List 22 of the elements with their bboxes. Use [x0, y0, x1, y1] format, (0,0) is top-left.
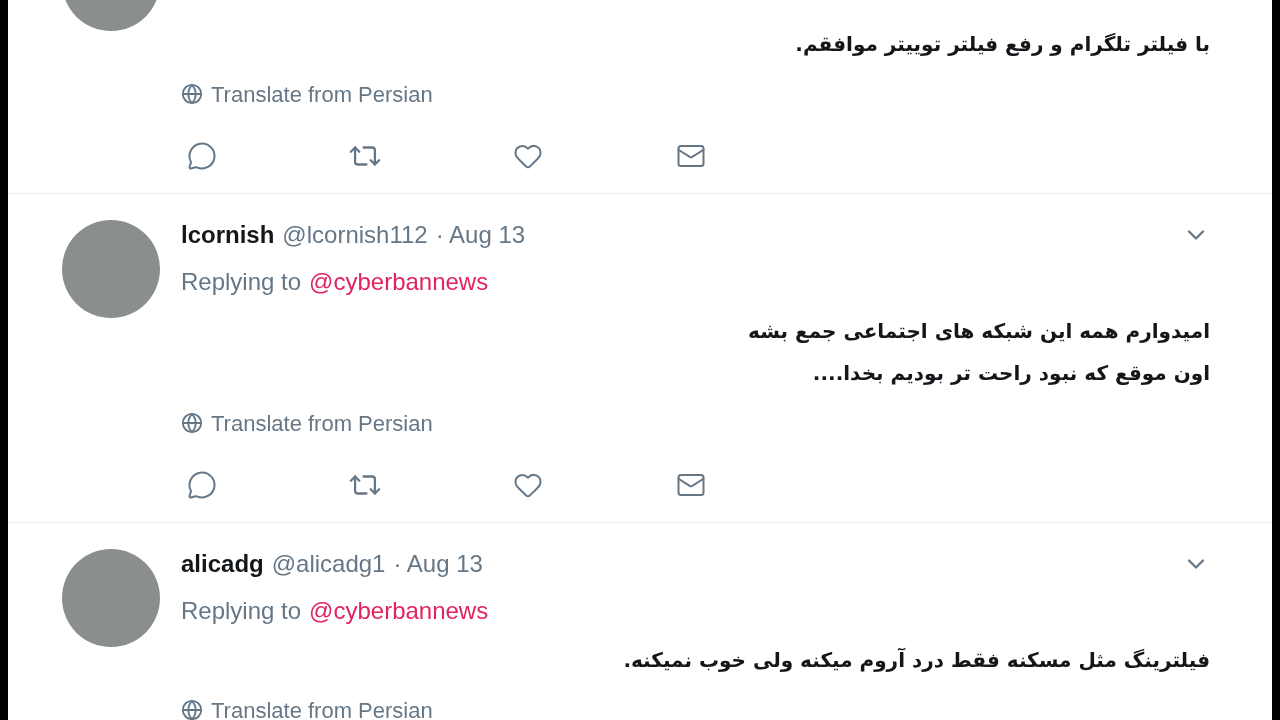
replying-label: Replying to	[181, 596, 302, 626]
user-handle: @lcornish112	[282, 220, 428, 250]
translate-link[interactable]: Translate from Persian	[211, 406, 433, 440]
translate-link[interactable]: Translate from Persian	[211, 77, 433, 111]
user-name[interactable]: alicadg	[181, 546, 264, 582]
tweet-text-line: اون موقع که نبود راحت تر بودیم بخدا....	[812, 360, 1210, 387]
replying-label: Replying to	[181, 267, 302, 297]
tweet-text-line: با فیلتر تلگرام و رفع فیلتر توییتر موافقم.	[795, 31, 1210, 58]
speech-bubble-icon	[187, 141, 217, 171]
globe-icon	[181, 412, 203, 434]
tweet-date[interactable]: · Aug 13	[393, 546, 483, 582]
user-handle: @alicadg1	[271, 549, 386, 579]
tweet-text-line: فیلترینگ مثل مسکنه فقط درد آروم میکنه ولی خوب نمیکنه.	[623, 647, 1210, 674]
user-name[interactable]: lcornish	[181, 217, 275, 253]
tweet-date[interactable]: · Aug 13	[435, 217, 526, 253]
globe-icon	[181, 699, 203, 720]
mention-link[interactable]: @cyberbannews	[309, 593, 489, 629]
globe-icon	[181, 83, 203, 105]
translate-link[interactable]: Translate from Persian	[211, 693, 433, 720]
speech-bubble-icon	[187, 470, 217, 500]
tweet-text-line: امیدوارم همه این شبکه های اجتماعی جمع بشه	[748, 318, 1210, 345]
mention-link[interactable]: @cyberbannews	[309, 264, 489, 300]
